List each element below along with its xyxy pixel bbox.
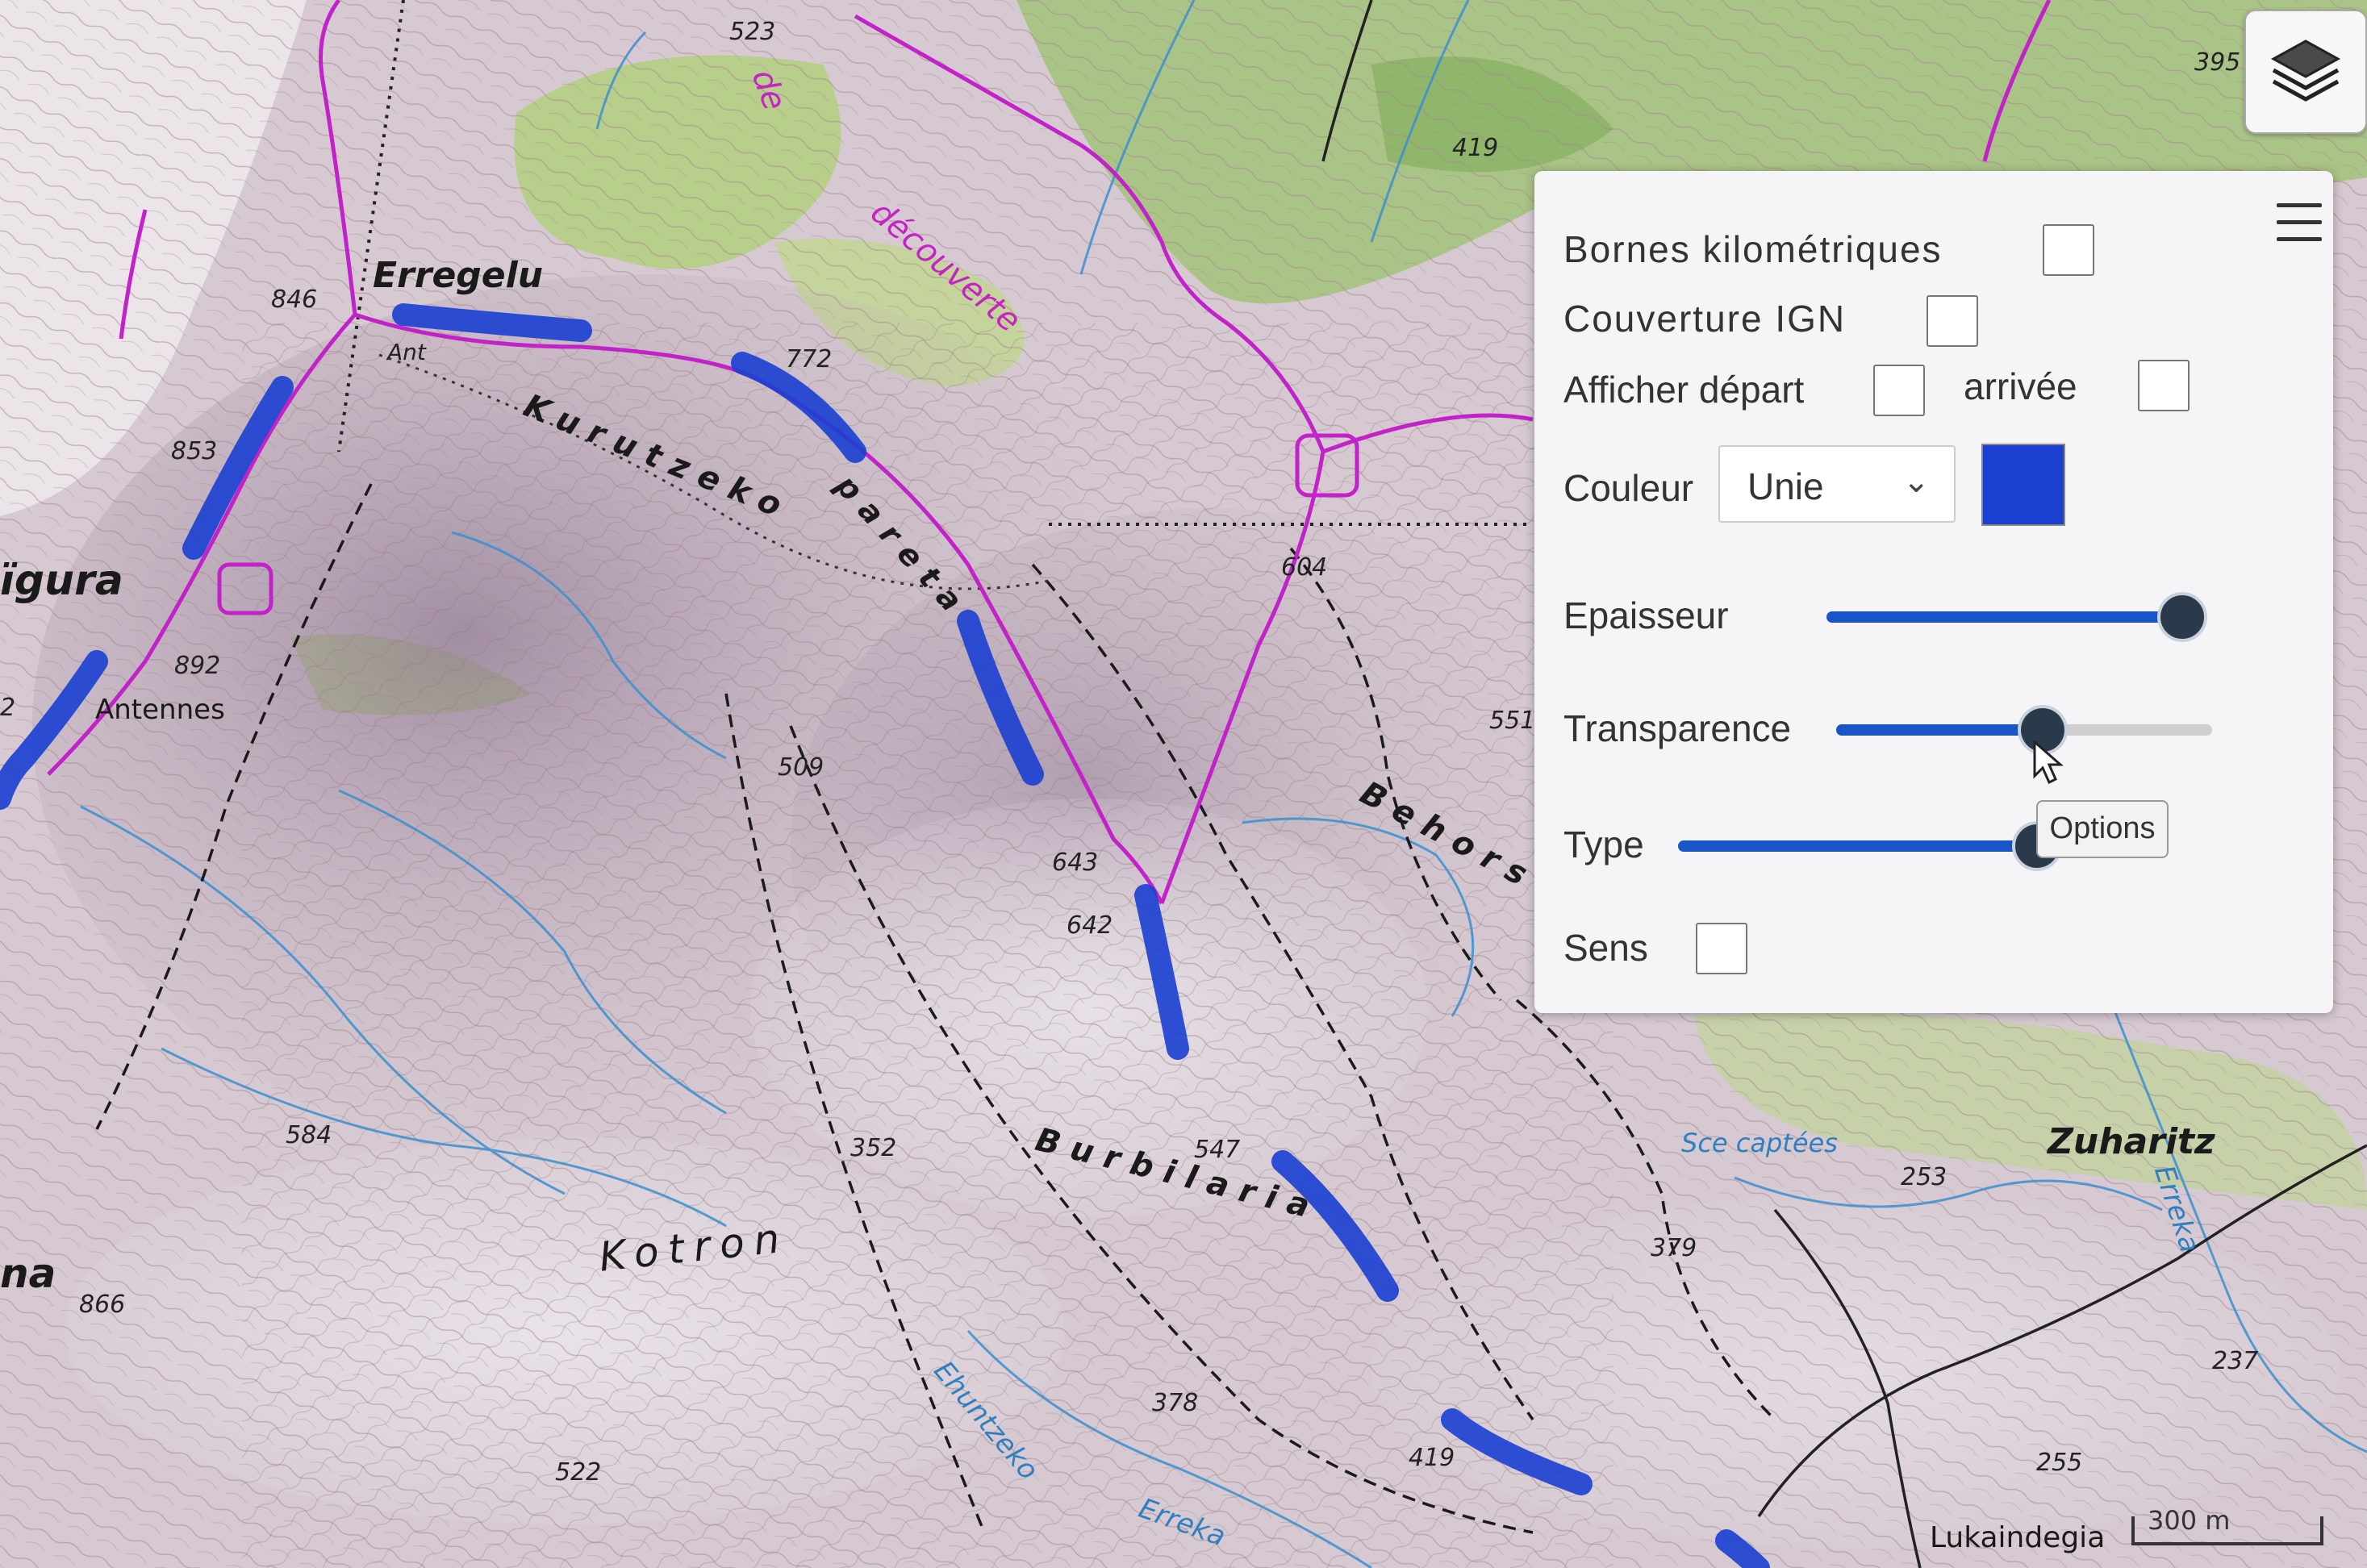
altitude-label: 866 (79, 1291, 126, 1319)
layers-button[interactable] (2244, 10, 2367, 134)
altitude-label: 523 (729, 18, 776, 46)
afficher-depart-label: Afficher départ (1563, 369, 1805, 411)
color-swatch[interactable] (1981, 444, 2065, 526)
couverture-label: Couverture IGN (1563, 298, 1847, 340)
couleur-select-value: Unie (1747, 465, 1824, 507)
altitude-label: 772 (786, 345, 833, 373)
epaisseur-slider-fill (1826, 611, 2180, 623)
place-label: Lukaindegia (1930, 1521, 2106, 1554)
altitude-label: 547 (1194, 1136, 1241, 1164)
arrivee-label: arrivée (1964, 365, 2077, 407)
mouse-cursor-icon (2033, 740, 2064, 785)
altitude-label: 255 (2036, 1449, 2083, 1477)
altitude-label: 551 (1489, 707, 1536, 735)
altitude-label: 395 (2194, 48, 2241, 77)
type-slider[interactable] (1678, 821, 2062, 871)
epaisseur-slider-thumb[interactable] (2157, 592, 2208, 642)
altitude-label: 846 (271, 286, 318, 314)
altitude-label: 237 (2212, 1347, 2259, 1375)
altitude-label: 253 (1901, 1163, 1947, 1191)
altitude-label: 419 (1409, 1444, 1455, 1472)
couverture-checkbox[interactable] (1927, 295, 1978, 347)
bornes-checkbox[interactable] (2043, 224, 2094, 276)
transparence-label: Transparence (1563, 707, 1792, 749)
altitude-label: 352 (850, 1134, 897, 1162)
altitude-label: 419 (1452, 134, 1499, 162)
route-options-panel: Bornes kilométriques Couverture IGN Affi… (1534, 171, 2333, 1013)
options-button[interactable]: Options (2036, 800, 2169, 858)
scale-bar-label: 300 m (2148, 1505, 2231, 1536)
altitude-label: 2 (0, 694, 16, 722)
layers-icon (2270, 40, 2341, 102)
place-label: ïgura (0, 557, 123, 605)
altitude-label: 604 (1281, 553, 1328, 582)
altitude-label: 642 (1067, 911, 1113, 940)
altitude-label: 522 (555, 1458, 602, 1487)
altitude-label: 509 (778, 753, 824, 782)
type-label: Type (1563, 824, 1644, 865)
water-label: Sce captées (1681, 1128, 1838, 1158)
sens-checkbox[interactable] (1696, 923, 1747, 974)
hamburger-icon[interactable] (2277, 203, 2322, 253)
altitude-label: 378 (1152, 1389, 1199, 1417)
place-label: Ant (387, 339, 426, 365)
transparence-slider[interactable] (1836, 705, 2212, 755)
place-label: Antennes (95, 694, 225, 726)
altitude-label: 584 (286, 1121, 332, 1149)
altitude-label: 379 (1651, 1234, 1697, 1262)
sens-label: Sens (1563, 927, 1648, 969)
chevron-down-icon: ⌄ (1902, 464, 1930, 499)
altitude-label: 643 (1052, 849, 1099, 877)
type-slider-fill (1678, 840, 2034, 852)
couleur-select[interactable]: Unie ⌄ (1718, 445, 1956, 523)
epaisseur-label: Epaisseur (1563, 594, 1729, 636)
altitude-label: 853 (171, 437, 218, 465)
bornes-label: Bornes kilométriques (1563, 228, 1943, 270)
arrivee-checkbox[interactable] (2138, 360, 2190, 411)
altitude-label: 892 (174, 652, 221, 680)
transparence-slider-fill (1836, 724, 2039, 736)
place-label: Erregelu (373, 255, 544, 296)
couleur-label: Couleur (1563, 467, 1694, 509)
epaisseur-slider[interactable] (1826, 592, 2208, 642)
place-label: Zuharitz (2048, 1121, 2215, 1162)
depart-checkbox[interactable] (1873, 365, 1925, 416)
place-label: na (0, 1250, 56, 1297)
